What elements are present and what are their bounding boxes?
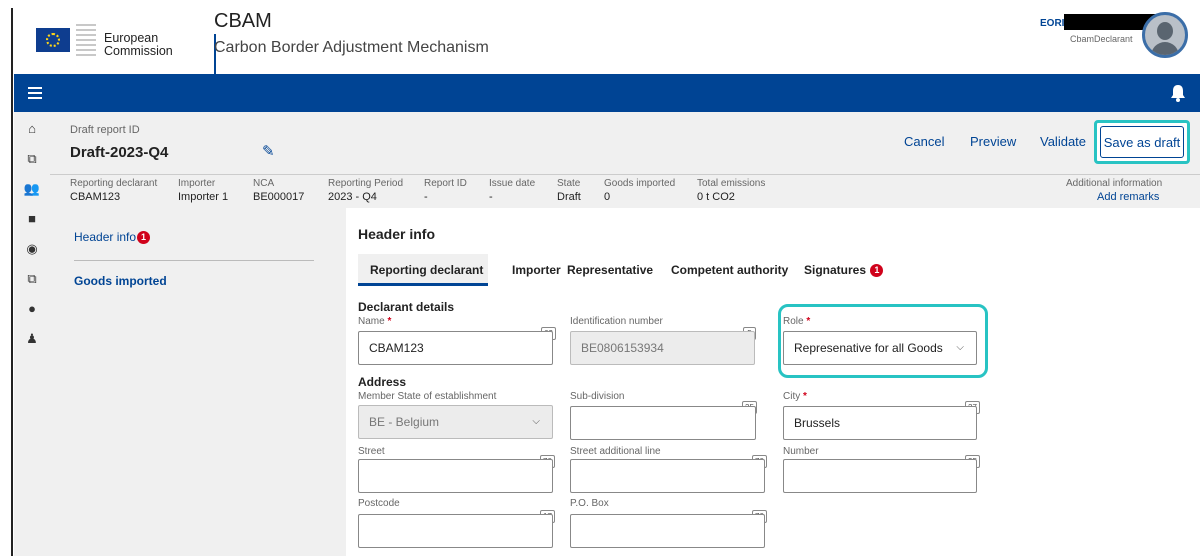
tab-signatures[interactable]: Signatures 1 (804, 263, 884, 278)
member-state-select: BE - Belgium ⌵ (358, 405, 553, 439)
meta-value: BE000017 (253, 191, 305, 203)
tab-reporting-declarant[interactable]: Reporting declarant (370, 263, 483, 277)
meta-label: Issue date (489, 178, 536, 189)
app-subtitle: Carbon Border Adjustment Mechanism (214, 39, 489, 56)
app-name: CBAM (214, 10, 272, 32)
nav-goods-imported[interactable]: Goods imported (74, 274, 167, 288)
street-label: Street (358, 446, 385, 457)
po-box-input[interactable] (570, 514, 765, 548)
logo-line-2: Commission (104, 44, 173, 58)
window-edge (0, 0, 14, 556)
save-as-draft-button[interactable]: Save as draft (1100, 126, 1184, 158)
role-select[interactable]: Represenative for all Goods ⌵ (783, 331, 977, 365)
main-nav-bar (14, 74, 1200, 112)
documents-icon[interactable]: ⧉ (22, 270, 42, 288)
preview-button[interactable]: Preview (970, 134, 1016, 149)
city-label: City * (783, 391, 807, 402)
role-select-value: Represenative for all Goods (794, 341, 943, 355)
users-icon[interactable]: 👥 (22, 180, 42, 198)
postcode-input[interactable] (358, 514, 553, 548)
meta-value: CBAM123 (70, 191, 121, 203)
section-title: Header info (358, 226, 436, 242)
chevron-down-icon: ⌵ (956, 342, 964, 353)
tab-representative[interactable]: Representative (567, 263, 653, 277)
eu-flag-icon (36, 28, 70, 52)
identification-number-input: BE0806153934 (570, 331, 755, 365)
user-role: CbamDeclarant (1070, 34, 1133, 44)
nav-header-info[interactable]: Header info 1 (74, 230, 151, 245)
european-commission-logo[interactable]: European Commission (36, 18, 216, 74)
hamburger-menu-icon[interactable] (28, 87, 42, 99)
top-header: European Commission CBAM Carbon Border A… (14, 0, 1200, 74)
save-draft-highlight: Save as draft (1094, 120, 1190, 164)
report-id-value: Draft-2023-Q4 (70, 144, 169, 161)
home-icon[interactable]: ⌂ (22, 120, 42, 138)
tab-importer[interactable]: Importer (512, 263, 561, 277)
meta-label: Goods imported (604, 178, 676, 189)
meta-label: Reporting declarant (70, 178, 158, 189)
icon-rail: ⌂ ⧉ 👥 ■ ◉ ⧉ ● ♟ (14, 112, 50, 556)
street-additional-input[interactable] (570, 459, 765, 493)
cancel-button[interactable]: Cancel (904, 134, 944, 149)
name-input[interactable]: CBAM123 (358, 331, 553, 365)
report-id-label: Draft report ID (70, 124, 140, 136)
member-state-value: BE - Belgium (369, 415, 440, 429)
postcode-label: Postcode (358, 498, 400, 509)
meta-label: Importer (178, 178, 216, 189)
street-additional-label: Street additional line (570, 446, 661, 457)
meta-value: 0 (604, 191, 611, 203)
number-label: Number (783, 446, 819, 457)
logo-text: European Commission (104, 32, 173, 58)
eori-label: EORI (1040, 18, 1065, 29)
logo-lines-icon (76, 24, 96, 56)
nav-header-info-label: Header info (74, 230, 137, 244)
tab-competent-authority[interactable]: Competent authority (671, 263, 788, 277)
address-heading: Address (358, 375, 407, 389)
nav-divider (74, 260, 314, 261)
user-circle-icon[interactable]: ◉ (22, 240, 42, 258)
meta-label: Reporting Period (328, 178, 404, 189)
po-box-label: P.O. Box (570, 498, 609, 509)
meta-value: Draft (557, 191, 581, 203)
meta-label: State (557, 178, 581, 189)
street-input[interactable] (358, 459, 553, 493)
section-nav: Header info 1 Goods imported (50, 208, 346, 556)
tab-signatures-label: Signatures (804, 263, 867, 277)
comment-icon[interactable]: ● (22, 300, 42, 318)
header-info-form: Header info Reporting declarant Importer… (346, 208, 1200, 556)
subdivision-label: Sub-division (570, 391, 625, 402)
validate-button[interactable]: Validate (1040, 134, 1086, 149)
meta-label: Total emissions (697, 178, 766, 189)
meta-value: 2023 - Q4 (328, 191, 377, 203)
report-header: Draft report ID Draft-2023-Q4 ✎ Cancel P… (50, 112, 1200, 208)
error-badge: 1 (870, 264, 884, 278)
meta-label: Report ID (424, 178, 467, 189)
subdivision-input[interactable] (570, 406, 756, 440)
person-icon[interactable]: ♟ (22, 330, 42, 348)
meta-label: NCA (253, 178, 275, 189)
error-badge: 1 (137, 231, 151, 245)
role-label: Role * (783, 316, 811, 327)
additional-information-label: Additional information (1066, 178, 1163, 189)
copy-icon[interactable]: ⧉ (22, 150, 42, 168)
meta-value: 0 t CO2 (697, 191, 735, 203)
city-input[interactable]: Brussels (783, 406, 977, 440)
chevron-down-icon: ⌵ (532, 416, 540, 427)
add-remarks-link[interactable]: Add remarks (1097, 191, 1159, 203)
meta-value: Importer 1 (178, 191, 229, 203)
meta-value: - (424, 191, 428, 203)
header-divider (50, 174, 1200, 175)
edit-pencil-icon[interactable]: ✎ (262, 142, 275, 160)
notifications-bell-icon[interactable] (1168, 83, 1188, 103)
briefcase-icon[interactable]: ■ (22, 210, 42, 228)
name-label: Name * (358, 316, 392, 327)
member-state-label: Member State of establishment (358, 391, 497, 402)
number-input[interactable] (783, 459, 977, 493)
declarant-details-heading: Declarant details (358, 300, 455, 314)
identification-number-label: Identification number (570, 316, 663, 327)
user-avatar-icon[interactable] (1142, 12, 1188, 58)
meta-value: - (489, 191, 493, 203)
